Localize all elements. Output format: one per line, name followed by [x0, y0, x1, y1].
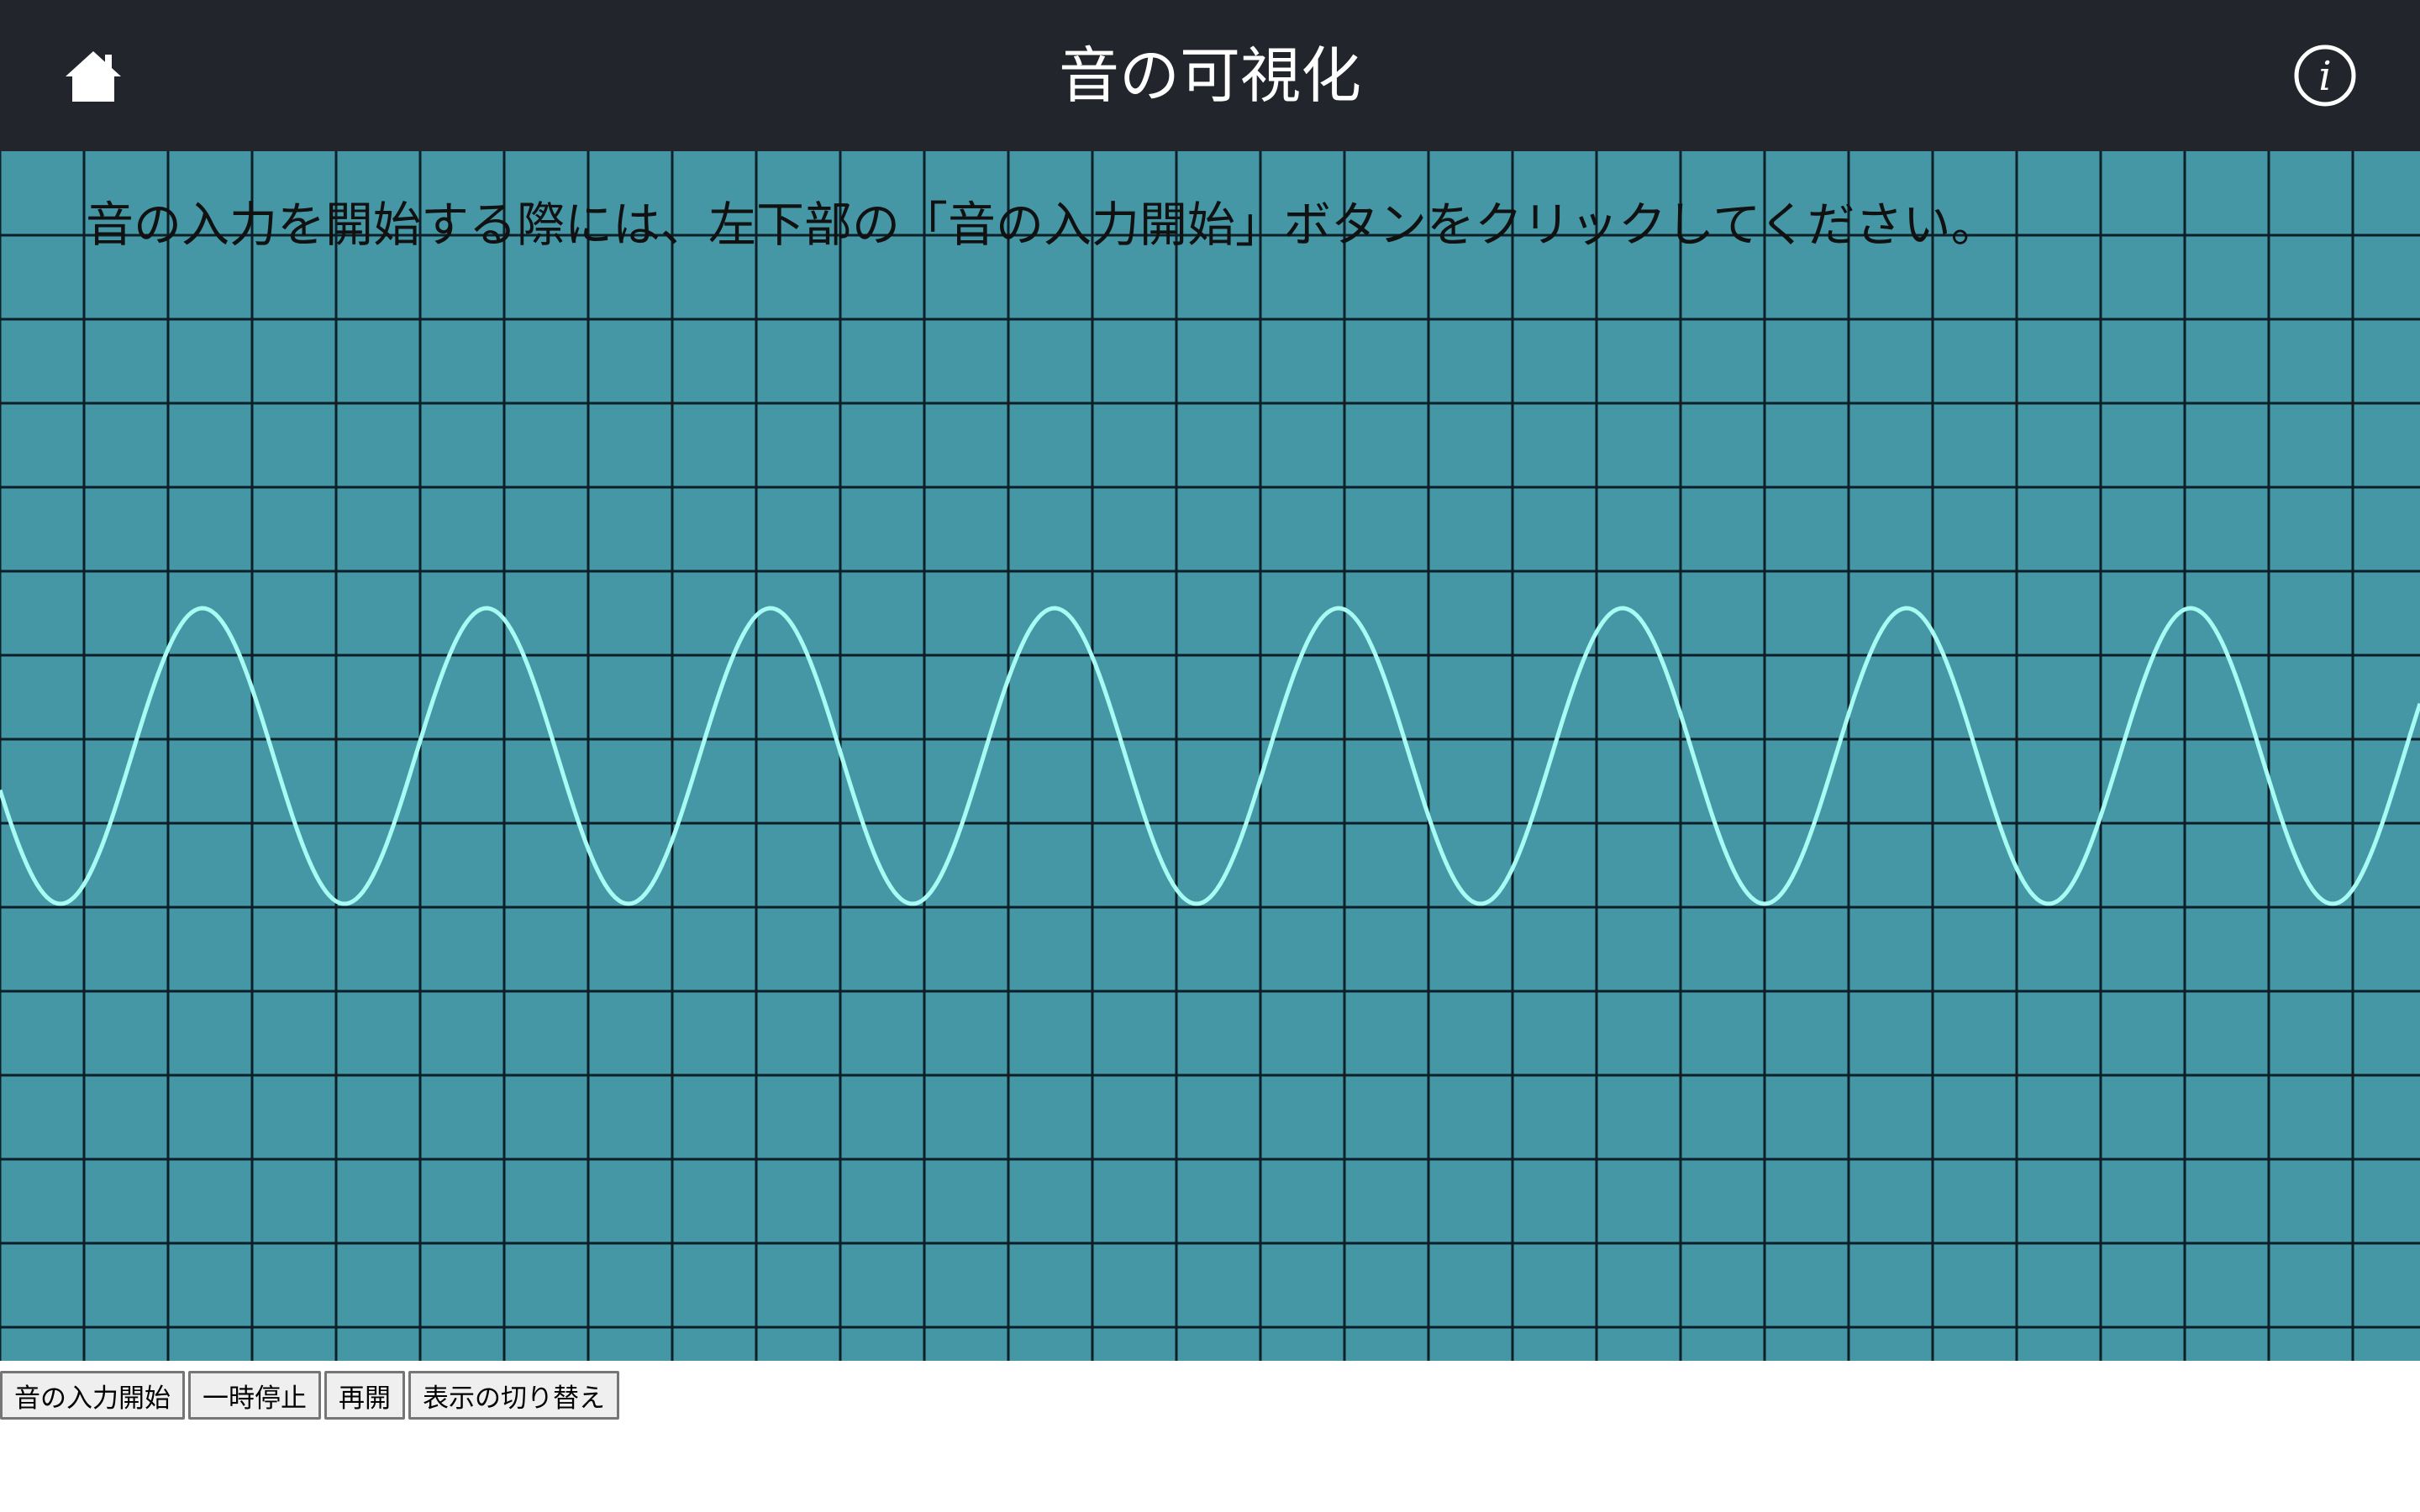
info-icon: i	[2294, 45, 2356, 107]
visualizer-canvas: 音の入力を開始する際には、左下部の「音の入力開始」ボタンをクリックしてください。	[0, 151, 2420, 1361]
toggle-display-button[interactable]: 表示の切り替え	[408, 1371, 619, 1420]
page-title: 音の可視化	[1058, 40, 1361, 111]
pause-button[interactable]: 一時停止	[188, 1371, 321, 1420]
app-header: 音の可視化 i	[0, 0, 2420, 151]
grid-lines	[0, 151, 2420, 1361]
instruction-text: 音の入力を開始する際には、左下部の「音の入力開始」ボタンをクリックしてください。	[86, 197, 1999, 253]
start-input-button[interactable]: 音の入力開始	[0, 1371, 185, 1420]
svg-text:i: i	[2318, 53, 2331, 100]
resume-button[interactable]: 再開	[324, 1371, 405, 1420]
home-button[interactable]	[55, 38, 131, 113]
waveform-display	[0, 151, 2420, 1361]
control-bar: 音の入力開始 一時停止 再開 表示の切り替え	[0, 1371, 623, 1420]
info-button[interactable]: i	[2287, 38, 2363, 113]
home-icon	[66, 51, 121, 102]
waveform-line	[0, 606, 2420, 906]
